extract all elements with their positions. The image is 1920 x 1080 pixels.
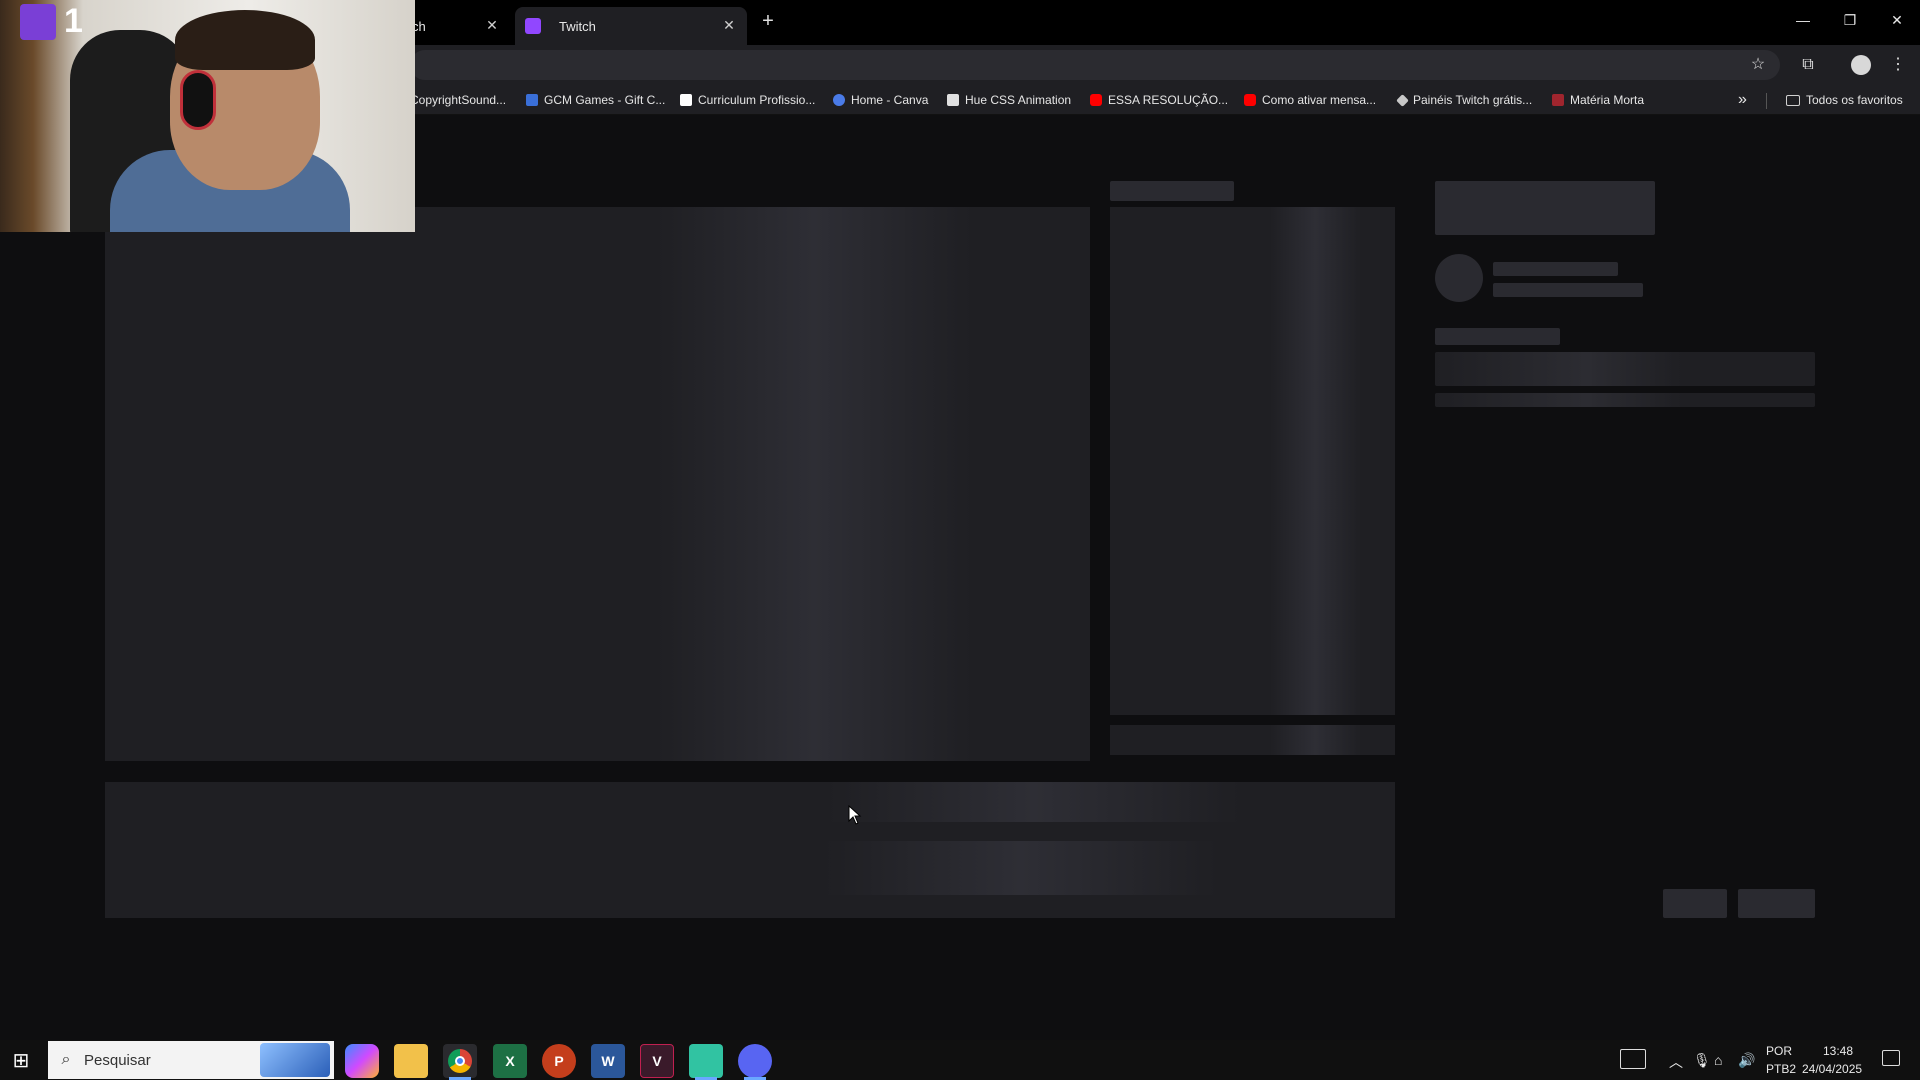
canva-icon [833, 94, 845, 106]
person-hair [175, 10, 315, 70]
discord-icon[interactable] [738, 1044, 772, 1080]
all-bookmarks-button[interactable]: Todos os favoritos [1786, 91, 1903, 109]
excel-icon[interactable]: X [493, 1044, 527, 1078]
restore-button[interactable]: ❐ [1833, 8, 1867, 32]
document-icon [680, 94, 692, 106]
search-highlight-image [260, 1043, 330, 1077]
diamond-icon [1396, 93, 1409, 107]
chat-header-skeleton [1110, 181, 1234, 201]
volume-icon[interactable]: 🔊 [1738, 1052, 1755, 1069]
avatar-skeleton [1435, 254, 1483, 302]
bookmark-favicon-icon [1552, 94, 1564, 106]
chat-input-skeleton [1110, 725, 1395, 755]
bookmark-item[interactable]: Curriculum Profissio... [680, 91, 815, 109]
all-bookmarks-label: Todos os favoritos [1806, 93, 1903, 107]
bookmarks-divider [1766, 93, 1767, 109]
keyboard-icon[interactable] [1620, 1049, 1646, 1069]
bookmark-item[interactable]: Home - Canva [833, 91, 928, 109]
taskbar-search[interactable]: ⌕ Pesquisar [48, 1041, 334, 1079]
bookmark-label: ESSA RESOLUÇÃO... [1108, 93, 1229, 107]
bookmark-label: GCM Games - Gift C... [544, 93, 666, 107]
section-heading-skeleton [1435, 328, 1560, 345]
bookmark-label: Curriculum Profissio... [698, 93, 816, 107]
notifications-icon[interactable] [1882, 1050, 1900, 1066]
bookmark-item[interactable]: ESSA RESOLUÇÃO... [1090, 91, 1228, 109]
webcam-overlay: 1 [0, 0, 415, 232]
bookmark-label: Home - Canva [851, 93, 929, 107]
address-bar[interactable] [410, 50, 1780, 80]
new-tab-button[interactable]: + [756, 10, 780, 34]
browser-tab-active[interactable]: Twitch ✕ [515, 7, 747, 45]
bookmark-label: Como ativar mensa... [1262, 93, 1377, 107]
bookmark-label: Painéis Twitch grátis... [1413, 93, 1533, 107]
network-icon[interactable]: ⌂ [1714, 1052, 1722, 1068]
chrome-icon[interactable] [443, 1044, 477, 1080]
clock-time[interactable]: 13:48 [1815, 1044, 1861, 1058]
chat-panel-skeleton [1110, 207, 1395, 715]
close-tab-icon[interactable]: ✕ [484, 17, 500, 33]
bookmark-item[interactable]: CopyrightSound... [410, 91, 506, 109]
streamlabs-icon[interactable] [689, 1044, 723, 1080]
menu-icon[interactable]: ⋮ [1885, 52, 1911, 78]
star-icon[interactable]: ☆ [1745, 52, 1771, 78]
vectorizer-icon[interactable]: V [640, 1044, 674, 1078]
copilot-icon[interactable] [345, 1044, 379, 1078]
extensions-icon[interactable]: ⧉ [1795, 52, 1821, 78]
codepen-icon [947, 94, 959, 106]
youtube-icon [1244, 94, 1256, 106]
description-skeleton [1435, 352, 1815, 386]
minimize-button[interactable]: — [1786, 8, 1820, 32]
search-icon: ⌕ [61, 1051, 71, 1068]
microphone-icon[interactable]: 🎙 [1693, 1052, 1711, 1069]
windows-start-icon[interactable]: ⊞ [8, 1048, 34, 1074]
search-placeholder: Pesquisar [84, 1051, 151, 1069]
bookmark-item[interactable]: Como ativar mensa... [1244, 91, 1376, 109]
channel-title-skeleton [1435, 181, 1655, 235]
bookmark-item[interactable]: GCM Games - Gift C... [526, 91, 665, 109]
bookmark-item[interactable]: Hue CSS Animation [947, 91, 1071, 109]
clock-date[interactable]: 24/04/2025 [1802, 1062, 1862, 1076]
input-language[interactable]: POR [1766, 1044, 1792, 1058]
description-line-skeleton [1435, 393, 1815, 407]
bookmark-favicon-icon [526, 94, 538, 106]
word-icon[interactable]: W [591, 1044, 625, 1078]
profile-icon[interactable] [1848, 52, 1874, 78]
stream-info-bar-skeleton [105, 782, 1395, 822]
mouse-cursor-icon [848, 805, 862, 825]
bookmark-item[interactable]: Matéria Morta [1552, 91, 1644, 109]
file-explorer-icon[interactable] [394, 1044, 428, 1078]
button-skeleton [1738, 889, 1815, 918]
channel-name-skeleton [1493, 262, 1618, 276]
bookmark-label: Matéria Morta [1570, 93, 1645, 107]
bookmark-item[interactable]: Painéis Twitch grátis... [1396, 91, 1533, 109]
powerpoint-icon[interactable]: P [542, 1044, 576, 1078]
keyboard-layout[interactable]: PTB2 [1766, 1062, 1796, 1076]
bookmark-label: Hue CSS Animation [965, 93, 1072, 107]
stream-details-skeleton [135, 841, 1365, 895]
overlay-number: 1 [64, 2, 83, 40]
button-skeleton [1663, 889, 1727, 918]
headset [180, 70, 216, 130]
bookmarks-overflow-button[interactable]: » [1738, 91, 1747, 109]
folder-icon [1786, 94, 1800, 106]
twitch-favicon-icon [525, 18, 541, 34]
youtube-icon [1090, 94, 1102, 106]
tab-label: Twitch [559, 18, 596, 34]
close-tab-icon[interactable]: ✕ [721, 17, 737, 33]
twitch-logo-icon [20, 4, 56, 40]
browser-tab[interactable]: ch ✕ [400, 7, 510, 45]
video-player-skeleton [105, 207, 1090, 761]
channel-meta-skeleton [1493, 283, 1643, 297]
close-window-button[interactable]: ✕ [1880, 8, 1914, 32]
bookmark-label: CopyrightSound... [410, 93, 507, 107]
show-hidden-icons-icon[interactable]: ︿ [1669, 1052, 1683, 1072]
